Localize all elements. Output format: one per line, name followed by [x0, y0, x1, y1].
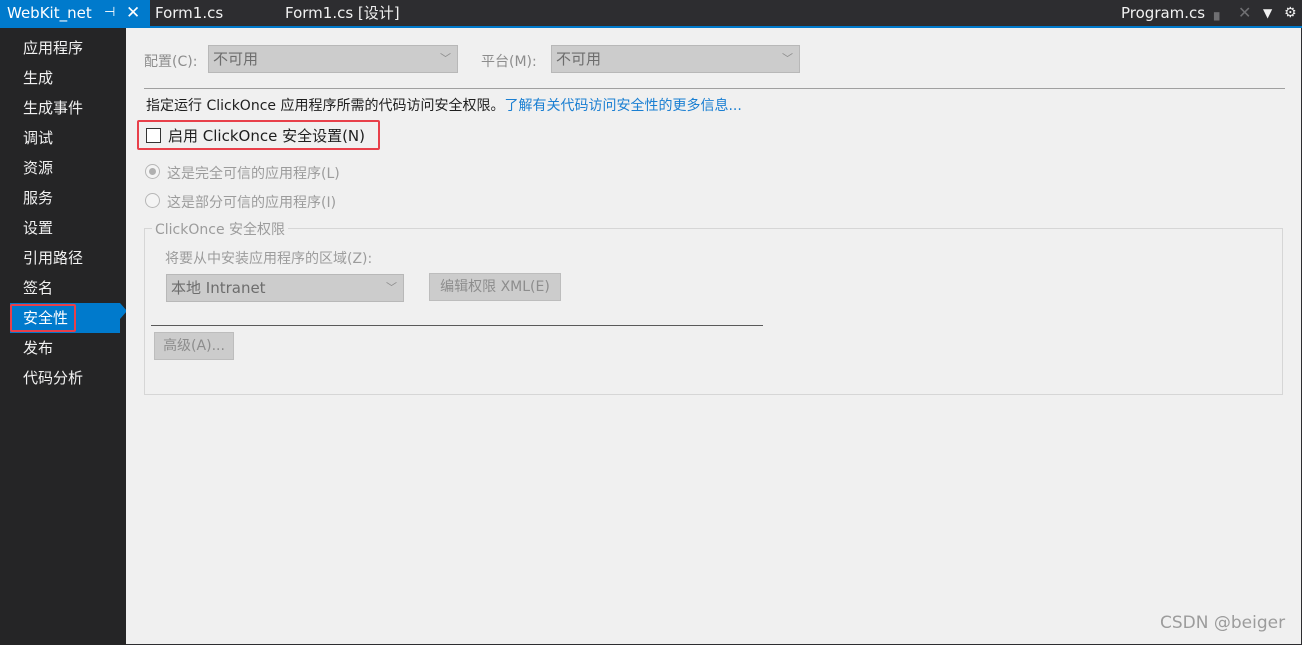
edit-permissions-xml-button[interactable]: 编辑权限 XML(E) — [429, 273, 561, 301]
sidebar-item-build[interactable]: 生成 — [10, 63, 120, 93]
chevron-down-icon: ﹀ — [440, 52, 451, 65]
sidebar-item-settings[interactable]: 设置 — [10, 213, 120, 243]
group-separator — [151, 325, 763, 326]
advanced-button[interactable]: 高级(A)... — [154, 332, 234, 360]
zone-value: 本地 Intranet — [171, 279, 266, 297]
tab-form1-design[interactable]: Form1.cs [设计] — [285, 0, 400, 26]
config-dropdown[interactable]: 不可用 ﹀ — [208, 45, 458, 73]
security-description: 指定运行 ClickOnce 应用程序所需的代码访问安全权限。了解有关代码访问安… — [146, 95, 742, 115]
enable-clickonce-checkbox[interactable] — [146, 128, 161, 143]
full-trust-label[interactable]: 这是完全可信的应用程序(L) — [167, 163, 340, 183]
tab-webkit-net[interactable]: WebKit_net ⊣ ✕ — [0, 0, 150, 28]
dropdown-icon[interactable]: ▼ — [1263, 0, 1272, 26]
platform-label: 平台(M): — [481, 54, 537, 70]
tab-form1-cs[interactable]: Form1.cs — [155, 0, 223, 26]
config-label: 配置(C): — [144, 54, 198, 70]
description-text: 指定运行 ClickOnce 应用程序所需的代码访问安全权限。 — [146, 98, 505, 114]
full-trust-radio[interactable] — [145, 164, 160, 179]
sidebar-item-publish[interactable]: 发布 — [10, 333, 120, 363]
sidebar-item-services[interactable]: 服务 — [10, 183, 120, 213]
watermark: CSDN @beiger — [1160, 613, 1286, 633]
properties-sidebar: 应用程序 生成 生成事件 调试 资源 服务 设置 引用路径 签名 安全性 发布 … — [0, 28, 127, 645]
close-icon[interactable]: ✕ — [126, 0, 140, 26]
document-tab-strip: WebKit_net ⊣ ✕ Form1.cs Form1.cs [设计] Pr… — [0, 0, 1302, 28]
zone-label: 将要从中安装应用程序的区域(Z): — [165, 251, 373, 267]
security-settings-panel: 配置(C): 不可用 ﹀ 平台(M): 不可用 ﹀ 指定运行 ClickOnce… — [126, 28, 1301, 644]
zone-dropdown[interactable]: 本地 Intranet ﹀ — [166, 274, 404, 302]
chevron-down-icon: ﹀ — [782, 52, 793, 65]
partial-trust-label[interactable]: 这是部分可信的应用程序(I) — [167, 192, 336, 212]
sidebar-item-resources[interactable]: 资源 — [10, 153, 120, 183]
sidebar-item-code-analysis[interactable]: 代码分析 — [10, 363, 120, 393]
pin-icon[interactable]: ⊣ — [104, 0, 115, 26]
close-icon[interactable]: ✕ — [1238, 0, 1251, 26]
platform-value: 不可用 — [556, 50, 602, 68]
learn-more-link[interactable]: 了解有关代码访问安全性的更多信息... — [504, 98, 741, 114]
separator — [144, 88, 1285, 89]
group-title: ClickOnce 安全权限 — [152, 219, 289, 239]
tab-program-cs[interactable]: Program.cs — [1121, 0, 1205, 26]
sidebar-item-build-events[interactable]: 生成事件 — [10, 93, 120, 123]
sidebar-item-signing[interactable]: 签名 — [10, 273, 120, 303]
enable-clickonce-label[interactable]: 启用 ClickOnce 安全设置(N) — [168, 125, 365, 146]
partial-trust-radio[interactable] — [145, 193, 160, 208]
tab-label: WebKit_net — [7, 4, 92, 22]
selection-highlight-frame — [10, 304, 76, 332]
pin-icon[interactable]: ▖ — [1214, 0, 1225, 26]
sidebar-item-reference-paths[interactable]: 引用路径 — [10, 243, 120, 273]
enable-clickonce-highlight: 启用 ClickOnce 安全设置(N) — [137, 120, 380, 150]
gear-icon[interactable]: ⚙ — [1284, 0, 1297, 26]
sidebar-item-application[interactable]: 应用程序 — [10, 33, 120, 63]
chevron-down-icon: ﹀ — [386, 281, 397, 294]
config-value: 不可用 — [213, 50, 259, 68]
platform-dropdown[interactable]: 不可用 ﹀ — [551, 45, 800, 73]
sidebar-item-debug[interactable]: 调试 — [10, 123, 120, 153]
